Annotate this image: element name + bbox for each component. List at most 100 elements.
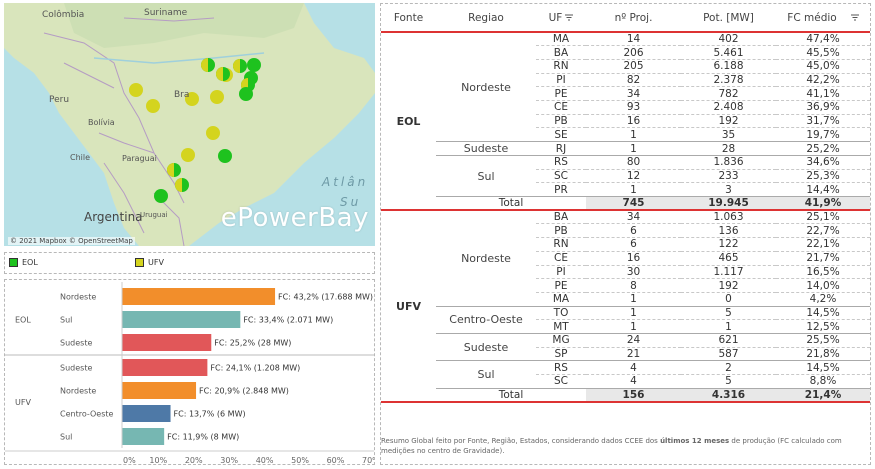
sort-icon[interactable]	[565, 14, 574, 21]
col-nproj[interactable]: nº Proj.	[586, 4, 681, 33]
table-row[interactable]: Sul RS 4 2 14,5%	[381, 360, 870, 389]
nproj-cell: 1	[586, 292, 681, 307]
bar	[122, 405, 171, 422]
nproj-cell: 8	[586, 278, 681, 293]
legend-label-eol: EOL	[22, 258, 38, 267]
nproj-cell: 1	[586, 319, 681, 334]
table-row[interactable]: Sudeste MG 24 621 25,5%	[381, 333, 870, 362]
col-fc[interactable]: FC médio	[776, 4, 870, 33]
total-nproj: 745	[586, 196, 681, 212]
table-row[interactable]: Sudeste RJ 1 28 25,2%	[381, 141, 870, 156]
sort-icon[interactable]	[850, 14, 859, 21]
table-row[interactable]: Centro-Oeste TO 1 5 14,5%	[381, 306, 870, 334]
bar-category-label: Centro-Oeste	[60, 410, 114, 419]
uf-cell: MA	[536, 292, 586, 307]
total-nproj: 156	[586, 388, 681, 403]
x-tick-label: 60%	[327, 456, 345, 464]
pot-cell: 5.461	[681, 45, 776, 60]
col-pot[interactable]: Pot. [MW]	[681, 4, 776, 33]
total-fc: 41,9%	[776, 196, 870, 212]
nproj-cell: 206	[586, 45, 681, 60]
table-row[interactable]: UFV Nordeste BA 34 1.063 25,1%	[381, 210, 870, 403]
eol-swatch-icon	[9, 258, 18, 267]
nproj-cell: 14	[586, 32, 681, 47]
uf-cell: PI	[536, 73, 586, 88]
map-panel[interactable]: Colômbia Suriname Peru Bra Bolívia Parag…	[4, 3, 375, 246]
regiao-cell: Sul	[436, 155, 536, 198]
fc-cell: 22,7%	[776, 223, 870, 239]
nproj-cell: 80	[586, 155, 681, 170]
table-row[interactable]: Sul RS 80 1.836 34,6%	[381, 155, 870, 198]
label-bolivia: Bolívia	[88, 118, 115, 127]
uf-cell: RJ	[536, 141, 586, 156]
legend-label-ufv: UFV	[148, 258, 164, 267]
pot-cell: 2.378	[681, 73, 776, 88]
bar-data-label: FC: 24,1% (1.208 MW)	[210, 364, 300, 373]
uf-cell: SE	[536, 127, 586, 142]
bar	[122, 382, 197, 399]
uf-cell: RS	[536, 360, 586, 375]
uf-cell: CE	[536, 251, 586, 266]
uf-cell: TO	[536, 306, 586, 321]
uf-cell: MT	[536, 319, 586, 334]
bar-category-label: Sudeste	[60, 364, 92, 373]
fc-cell: 21,8%	[776, 347, 870, 362]
pot-cell: 5	[681, 374, 776, 389]
bar-data-label: FC: 33,4% (2.071 MW)	[243, 316, 333, 325]
pot-cell: 136	[681, 223, 776, 239]
fc-cell: 14,5%	[776, 360, 870, 375]
uf-cell: SP	[536, 347, 586, 362]
nproj-cell: 30	[586, 265, 681, 280]
map-attribution[interactable]: © 2021 Mapbox © OpenStreetMap	[8, 237, 135, 245]
pot-cell: 465	[681, 251, 776, 266]
bar-data-label: FC: 20,9% (2.848 MW)	[199, 387, 289, 396]
legend-item-ufv[interactable]: UFV	[135, 258, 164, 267]
total-label: Total	[436, 388, 586, 403]
map-legend: EOL UFV	[4, 252, 375, 274]
bar	[122, 334, 212, 351]
total-label: Total	[436, 196, 586, 212]
col-regiao[interactable]: Regiao	[436, 4, 536, 33]
fc-cell: 4,2%	[776, 292, 870, 307]
uf-cell: MG	[536, 333, 586, 348]
uf-cell: BA	[536, 210, 586, 225]
nproj-cell: 4	[586, 360, 681, 375]
fc-cell: 25,3%	[776, 169, 870, 184]
bar-category-label: Nordeste	[60, 293, 96, 302]
total-row[interactable]: Total 745 19.945 41,9%	[381, 196, 870, 212]
bar-category-label: Sudeste	[60, 339, 92, 348]
nproj-cell: 1	[586, 182, 681, 198]
label-atlantic: Atlân	[322, 175, 369, 189]
group-label: UFV	[15, 398, 31, 407]
fc-cell: 45,0%	[776, 59, 870, 74]
x-tick-label: 70%	[362, 456, 374, 464]
x-tick-label: 20%	[185, 456, 203, 464]
bar-data-label: FC: 11,9% (8 MW)	[167, 433, 239, 442]
bar-data-label: FC: 13,7% (6 MW)	[174, 410, 246, 419]
nproj-cell: 1	[586, 127, 681, 142]
uf-cell: PE	[536, 278, 586, 293]
table-row[interactable]: EOL Nordeste MA 14 402 47,4%	[381, 32, 870, 212]
bar-category-label: Sul	[60, 316, 72, 325]
legend-item-eol[interactable]: EOL	[9, 258, 38, 267]
fc-cell: 21,7%	[776, 251, 870, 266]
col-uf[interactable]: UF	[536, 4, 586, 33]
fc-bar-chart: Nordeste FC: 43,2% (17.688 MW) Sul FC: 33,4…	[4, 279, 380, 465]
fc-cell: 25,2%	[776, 141, 870, 156]
uf-cell: SC	[536, 374, 586, 389]
fc-cell: 22,1%	[776, 237, 870, 252]
col-fonte[interactable]: Fonte	[381, 4, 436, 33]
pot-cell: 192	[681, 114, 776, 129]
fonte-cell: UFV	[381, 210, 436, 403]
col-uf-label: UF	[548, 11, 563, 24]
pot-cell: 1.063	[681, 210, 776, 225]
pot-cell: 122	[681, 237, 776, 252]
fc-cell: 14,5%	[776, 306, 870, 321]
total-row[interactable]: Total 156 4.316 21,4%	[381, 388, 870, 403]
nproj-cell: 34	[586, 86, 681, 101]
pot-cell: 3	[681, 182, 776, 198]
x-tick-label: 10%	[149, 456, 167, 464]
uf-cell: RN	[536, 59, 586, 74]
pot-cell: 5	[681, 306, 776, 321]
x-tick-label: 0%	[123, 456, 136, 464]
